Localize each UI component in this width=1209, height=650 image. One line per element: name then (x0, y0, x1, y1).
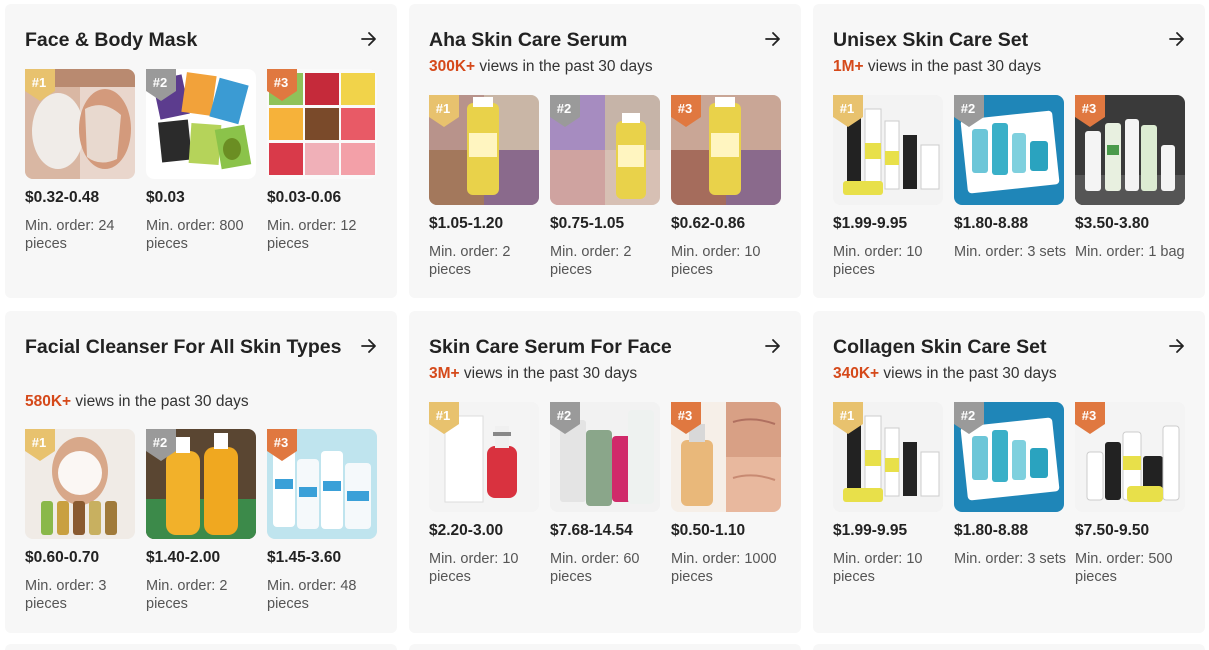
product-price: $1.80-8.88 (954, 522, 1029, 539)
rank-badge: #2 (146, 69, 176, 101)
category-card-skin-care-serum-for-face[interactable]: Skin Care Serum For Face 3M+ views in th… (409, 311, 801, 633)
views-stat: 300K+ views in the past 30 days (429, 58, 653, 76)
views-stat: 340K+ views in the past 30 days (833, 365, 1057, 383)
rank-badge: #2 (550, 95, 580, 127)
product-price: $1.99-9.95 (833, 215, 908, 232)
min-order: Min. order: 2 pieces (550, 244, 632, 278)
arrow-right-icon[interactable] (359, 336, 379, 356)
arrow-right-icon[interactable] (1167, 29, 1187, 49)
min-order: Min. order: 60 pieces (550, 551, 640, 585)
category-card-facial-cleanser[interactable]: Facial Cleanser For All Skin Types 580K+… (5, 311, 397, 633)
product-price: $2.20-3.00 (429, 522, 504, 539)
rank-badge: #3 (671, 95, 701, 127)
min-order: Min. order: 3 sets (954, 244, 1067, 260)
rank-badge: #1 (833, 402, 863, 434)
min-order: Min. order: 2 pieces (429, 244, 511, 278)
category-card-aha-skin-care-serum[interactable]: Aha Skin Care Serum 300K+ views in the p… (409, 4, 801, 298)
min-order: Min. order: 1000 pieces (671, 551, 777, 585)
rank-badge: #2 (550, 402, 580, 434)
product-price: $0.03-0.06 (267, 189, 342, 206)
views-count: 340K+ (833, 365, 880, 382)
views-count: 1M+ (833, 58, 864, 75)
rank-badge: #2 (146, 429, 176, 461)
card-title[interactable]: Unisex Skin Care Set (833, 26, 1153, 54)
min-order: Min. order: 24 pieces (25, 218, 115, 252)
product-price: $0.62-0.86 (671, 215, 746, 232)
views-count: 300K+ (429, 58, 476, 75)
min-order: Min. order: 12 pieces (267, 218, 357, 252)
product-price: $0.32-0.48 (25, 189, 100, 206)
product-price: $1.05-1.20 (429, 215, 504, 232)
product-price: $0.75-1.05 (550, 215, 625, 232)
min-order: Min. order: 1 bag (1075, 244, 1185, 260)
rank-badge: #3 (1075, 402, 1105, 434)
views-count: 3M+ (429, 365, 460, 382)
next-row-card-peek (409, 644, 801, 650)
min-order: Min. order: 10 pieces (429, 551, 519, 585)
min-order: Min. order: 500 pieces (1075, 551, 1173, 585)
min-order: Min. order: 10 pieces (833, 244, 923, 278)
rank-badge: #1 (25, 429, 55, 461)
product-price: $1.45-3.60 (267, 549, 342, 566)
product-price: $1.40-2.00 (146, 549, 221, 566)
views-stat: 3M+ views in the past 30 days (429, 365, 637, 383)
views-label: views in the past 30 days (879, 365, 1057, 382)
arrow-right-icon[interactable] (763, 336, 783, 356)
min-order: Min. order: 800 pieces (146, 218, 244, 252)
rank-badge: #1 (429, 402, 459, 434)
category-card-collagen-skin-care-set[interactable]: Collagen Skin Care Set 340K+ views in th… (813, 311, 1205, 633)
rank-badge: #3 (267, 69, 297, 101)
min-order: Min. order: 10 pieces (671, 244, 761, 278)
rank-badge: #1 (833, 95, 863, 127)
min-order: Min. order: 2 pieces (146, 578, 228, 612)
views-label: views in the past 30 days (475, 58, 653, 75)
views-label: views in the past 30 days (863, 58, 1042, 75)
product-price: $7.50-9.50 (1075, 522, 1150, 539)
card-title[interactable]: Face & Body Mask (25, 26, 345, 54)
card-title[interactable]: Skin Care Serum For Face (429, 333, 749, 361)
card-title[interactable]: Collagen Skin Care Set (833, 333, 1153, 361)
product-price: $0.60-0.70 (25, 549, 100, 566)
rank-badge: #1 (25, 69, 55, 101)
product-price: $0.50-1.10 (671, 522, 746, 539)
arrow-right-icon[interactable] (763, 29, 783, 49)
arrow-right-icon[interactable] (359, 29, 379, 49)
next-row-card-peek (5, 644, 397, 650)
rank-badge: #2 (954, 402, 984, 434)
min-order: Min. order: 3 pieces (25, 578, 107, 612)
arrow-right-icon[interactable] (1167, 336, 1187, 356)
product-price: $1.80-8.88 (954, 215, 1029, 232)
category-card-unisex-skin-care-set[interactable]: Unisex Skin Care Set 1M+ views in the pa… (813, 4, 1205, 298)
views-stat: 580K+ views in the past 30 days (25, 393, 249, 411)
rank-badge: #3 (671, 402, 701, 434)
product-price: $3.50-3.80 (1075, 215, 1150, 232)
card-title[interactable]: Facial Cleanser For All Skin Types (25, 333, 345, 361)
category-card-face-body-mask[interactable]: Face & Body Mask #1 $0.32-0.48 Min. orde… (5, 4, 397, 298)
product-price: $7.68-14.54 (550, 522, 633, 539)
next-row-card-peek (813, 644, 1205, 650)
views-label: views in the past 30 days (71, 393, 249, 410)
min-order: Min. order: 3 sets (954, 551, 1067, 567)
views-stat: 1M+ views in the past 30 days (833, 58, 1041, 76)
views-count: 580K+ (25, 393, 72, 410)
min-order: Min. order: 10 pieces (833, 551, 923, 585)
rank-badge: #1 (429, 95, 459, 127)
product-price: $1.99-9.95 (833, 522, 908, 539)
min-order: Min. order: 48 pieces (267, 578, 357, 612)
rank-badge: #2 (954, 95, 984, 127)
product-price: $0.03 (146, 189, 185, 206)
views-label: views in the past 30 days (459, 365, 638, 382)
rank-badge: #3 (1075, 95, 1105, 127)
rank-badge: #3 (267, 429, 297, 461)
card-title[interactable]: Aha Skin Care Serum (429, 26, 749, 54)
